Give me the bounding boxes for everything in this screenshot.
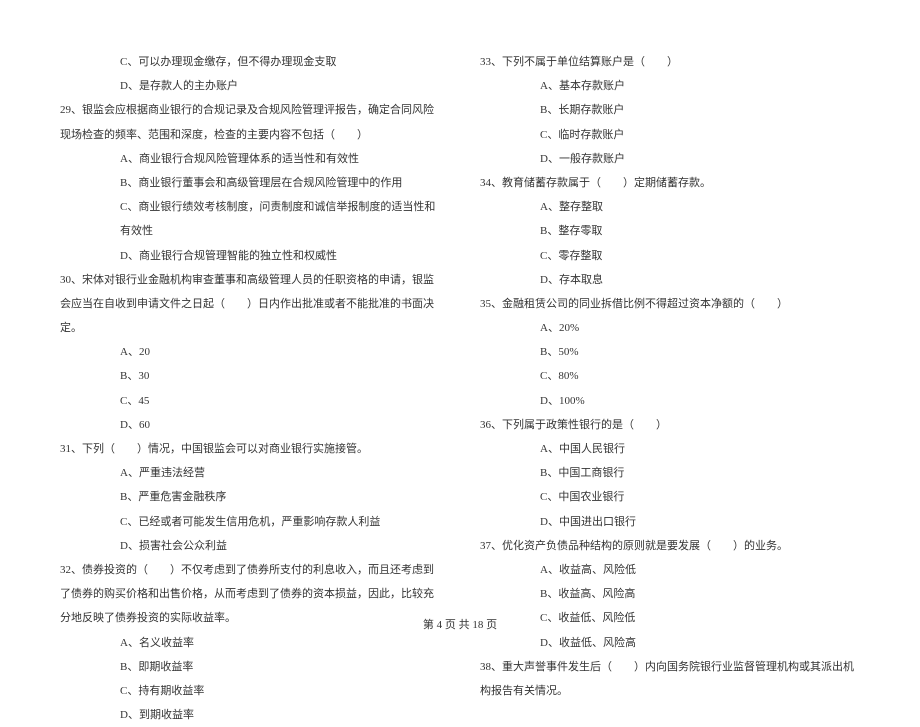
q31-option-b: B、严重危害金融秩序 <box>60 485 440 509</box>
q36-option-c: C、中国农业银行 <box>480 485 860 509</box>
q32-option-b: B、即期收益率 <box>60 655 440 679</box>
q31-option-d: D、损害社会公众利益 <box>60 534 440 558</box>
q34-option-a: A、整存整取 <box>480 195 860 219</box>
q36-option-a: A、中国人民银行 <box>480 437 860 461</box>
q36-option-b: B、中国工商银行 <box>480 461 860 485</box>
left-column: C、可以办理现金缴存，但不得办理现金支取 D、是存款人的主办账户 29、银监会应… <box>60 50 440 610</box>
q29-option-c: C、商业银行绩效考核制度，问责制度和诚信举报制度的适当性和有效性 <box>60 195 440 243</box>
right-column: 33、下列不属于单位结算账户是（ ） A、基本存款账户 B、长期存款账户 C、临… <box>480 50 860 610</box>
q32-option-c: C、持有期收益率 <box>60 679 440 703</box>
q37-option-d: D、收益低、风险高 <box>480 631 860 655</box>
q29-text: 29、银监会应根据商业银行的合规记录及合规风险管理评报告，确定合同风险现场检查的… <box>60 98 440 146</box>
page-footer: 第 4 页 共 18 页 <box>0 616 920 632</box>
q35-text: 35、金融租赁公司的同业拆借比例不得超过资本净额的（ ） <box>480 292 860 316</box>
q34-option-b: B、整存零取 <box>480 219 860 243</box>
q30-option-d: D、60 <box>60 413 440 437</box>
q32-option-a: A、名义收益率 <box>60 631 440 655</box>
q37-option-b: B、收益高、风险高 <box>480 582 860 606</box>
q31-option-c: C、已经或者可能发生信用危机，严重影响存款人利益 <box>60 510 440 534</box>
q37-text: 37、优化资产负债品种结构的原则就是要发展（ ）的业务。 <box>480 534 860 558</box>
q28-option-c: C、可以办理现金缴存，但不得办理现金支取 <box>60 50 440 74</box>
q32-option-d: D、到期收益率 <box>60 703 440 727</box>
q33-option-b: B、长期存款账户 <box>480 98 860 122</box>
q38-text: 38、重大声誉事件发生后（ ）内向国务院银行业监督管理机构或其派出机构报告有关情… <box>480 655 860 703</box>
q35-option-d: D、100% <box>480 389 860 413</box>
q34-text: 34、教育储蓄存款属于（ ）定期储蓄存款。 <box>480 171 860 195</box>
q31-text: 31、下列（ ）情况，中国银监会可以对商业银行实施接管。 <box>60 437 440 461</box>
q35-option-b: B、50% <box>480 340 860 364</box>
q30-option-c: C、45 <box>60 389 440 413</box>
q31-option-a: A、严重违法经营 <box>60 461 440 485</box>
q29-option-d: D、商业银行合规管理智能的独立性和权威性 <box>60 244 440 268</box>
q33-option-c: C、临时存款账户 <box>480 123 860 147</box>
q35-option-c: C、80% <box>480 364 860 388</box>
q34-option-d: D、存本取息 <box>480 268 860 292</box>
q28-option-d: D、是存款人的主办账户 <box>60 74 440 98</box>
q36-option-d: D、中国进出口银行 <box>480 510 860 534</box>
q34-option-c: C、零存整取 <box>480 244 860 268</box>
q33-option-d: D、一般存款账户 <box>480 147 860 171</box>
q29-option-a: A、商业银行合规风险管理体系的适当性和有效性 <box>60 147 440 171</box>
q30-text: 30、宋体对银行业金融机构审查董事和高级管理人员的任职资格的申请，银监会应当在自… <box>60 268 440 341</box>
q35-option-a: A、20% <box>480 316 860 340</box>
page-columns: C、可以办理现金缴存，但不得办理现金支取 D、是存款人的主办账户 29、银监会应… <box>60 50 860 610</box>
q36-text: 36、下列属于政策性银行的是（ ） <box>480 413 860 437</box>
q37-option-a: A、收益高、风险低 <box>480 558 860 582</box>
q30-option-b: B、30 <box>60 364 440 388</box>
q33-text: 33、下列不属于单位结算账户是（ ） <box>480 50 860 74</box>
q33-option-a: A、基本存款账户 <box>480 74 860 98</box>
q30-option-a: A、20 <box>60 340 440 364</box>
q29-option-b: B、商业银行董事会和高级管理层在合规风险管理中的作用 <box>60 171 440 195</box>
